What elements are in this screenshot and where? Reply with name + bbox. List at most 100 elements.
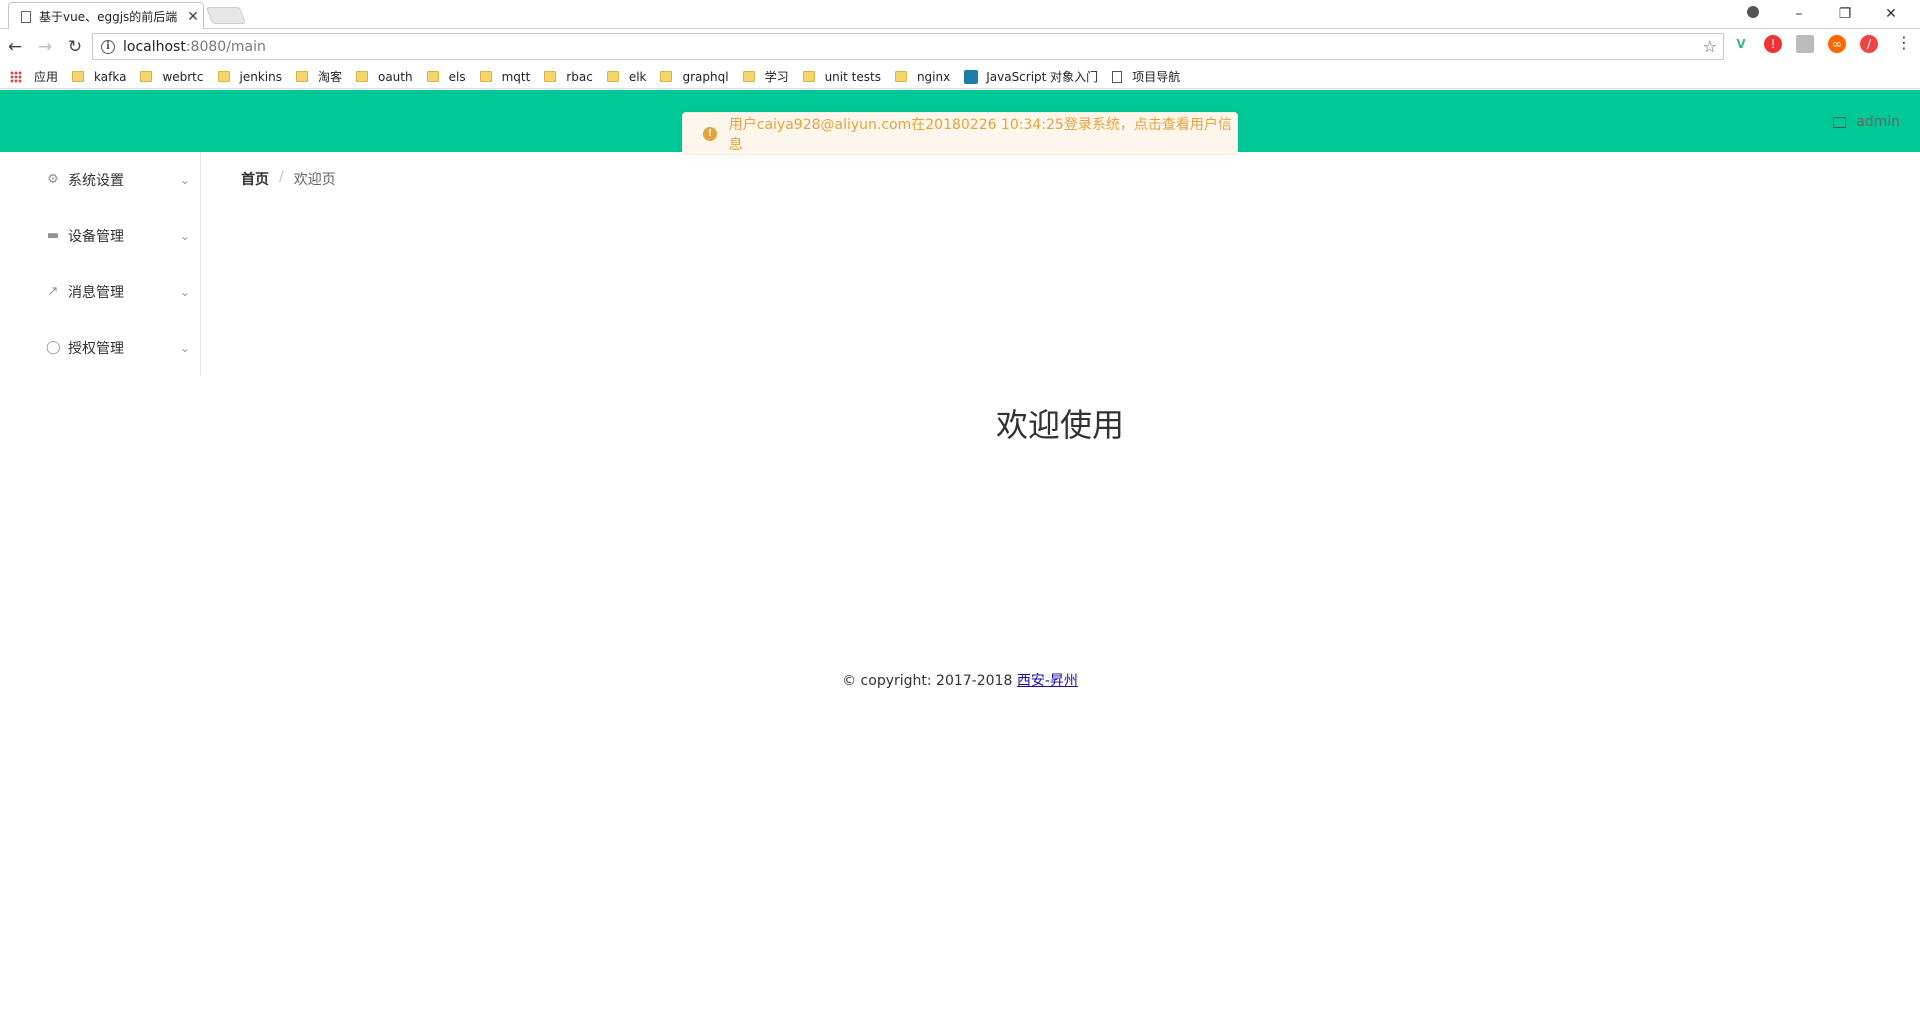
user-menu[interactable]: admin — [1833, 114, 1900, 130]
breadcrumb-current: 欢迎页 — [293, 172, 336, 188]
folder-icon — [355, 71, 368, 82]
bookmark-label: 学习 — [764, 70, 789, 84]
extension-icon[interactable] — [1796, 35, 1814, 53]
vue-devtools-icon[interactable]: V — [1732, 35, 1750, 53]
login-notification[interactable]: ! 用户caiya928@aliyun.com在20180226 10:34:2… — [682, 112, 1238, 155]
minimize-button[interactable]: – — [1776, 6, 1822, 22]
folder-icon — [660, 71, 673, 82]
sidebar-item-message-management[interactable]: ↗ 消息管理 ⌄ — [0, 264, 200, 320]
browser-tab[interactable]: 基于vue、eggjs的前后端 ✕ — [8, 2, 204, 30]
bookmark-item[interactable]: unit tests — [802, 69, 881, 84]
breadcrumb-separator: / — [279, 169, 284, 185]
url-path: :8080/main — [185, 38, 266, 55]
footer-link[interactable]: 西安-昇州 — [1017, 673, 1078, 689]
folder-icon — [894, 71, 907, 82]
bookmark-item[interactable]: jenkins — [217, 69, 282, 84]
folder-icon — [217, 71, 230, 82]
page-icon — [1112, 70, 1123, 83]
bookmark-item[interactable]: 应用 — [10, 68, 58, 85]
bookmark-label: graphql — [682, 69, 729, 84]
back-button[interactable]: ← — [0, 37, 30, 57]
bookmark-star-icon[interactable]: ☆ — [1703, 37, 1717, 56]
bookmark-item[interactable]: oauth — [355, 69, 413, 84]
folder-icon — [140, 71, 153, 82]
tab-close-icon[interactable]: ✕ — [183, 9, 203, 25]
browser-tabstrip: 基于vue、eggjs的前后端 ✕ – ❐ ✕ — [0, 0, 1920, 30]
gear-icon: ⚙ — [47, 172, 59, 187]
warning-icon: ! — [703, 126, 717, 141]
window-controls: – ❐ ✕ — [1730, 0, 1914, 28]
welcome-heading: 欢迎使用 — [995, 406, 1124, 444]
bookmark-label: JavaScript 对象入门 — [986, 70, 1099, 84]
folder-icon — [426, 71, 439, 82]
bookmark-item[interactable]: 学习 — [742, 68, 789, 85]
bookmark-item[interactable]: JavaScript 对象入门 — [964, 68, 1098, 85]
footer: © copyright: 2017-2018 西安-昇州 — [700, 670, 1220, 690]
restore-button[interactable]: ❐ — [1822, 6, 1868, 22]
tab-title: 基于vue、eggjs的前后端 — [39, 10, 178, 24]
bookmark-item[interactable]: mqtt — [479, 70, 530, 84]
profile-button[interactable] — [1730, 6, 1776, 22]
extension-icon[interactable]: / — [1860, 35, 1878, 53]
url-host: localhost — [123, 38, 186, 55]
notification-message: 用户caiya928@aliyun.com在20180226 10:34:25登… — [728, 116, 1232, 153]
bookmark-item[interactable]: els — [426, 69, 466, 84]
bookmark-label: 淘客 — [317, 70, 342, 84]
sidebar-item-system-settings[interactable]: ⚙ 系统设置 ⌄ — [0, 152, 200, 208]
bookmark-label: webrtc — [162, 69, 204, 84]
copyright-text: © copyright: 2017-2018 — [842, 673, 1017, 689]
bookmark-label: nginx — [916, 69, 951, 84]
extension-icon[interactable]: ∞ — [1828, 35, 1846, 53]
profile-icon — [1747, 6, 1759, 18]
bookmark-label: rbac — [566, 69, 593, 84]
breadcrumb: 首页 / 欢迎页 — [241, 169, 336, 189]
reload-button[interactable]: ↻ — [60, 37, 90, 57]
folder-icon — [606, 71, 619, 82]
chevron-down-icon: ⌄ — [179, 173, 191, 187]
folder-icon — [544, 71, 557, 82]
forward-button[interactable]: → — [30, 37, 60, 57]
sidebar: ⚙ 系统设置 ⌄ ▬ 设备管理 ⌄ ↗ 消息管理 ⌄ ◯ 授权管理 ⌄ — [0, 152, 201, 376]
site-icon — [964, 69, 979, 84]
address-bar[interactable]: i localhost:8080/main ☆ — [92, 33, 1724, 60]
bookmark-label: oauth — [377, 69, 413, 84]
sidebar-item-device-management[interactable]: ▬ 设备管理 ⌄ — [0, 208, 200, 264]
breadcrumb-home[interactable]: 首页 — [241, 169, 269, 189]
bookmark-item[interactable]: elk — [606, 69, 647, 84]
bookmark-label: 项目导航 — [1132, 70, 1181, 84]
bookmark-item[interactable]: webrtc — [140, 69, 204, 84]
close-window-button[interactable]: ✕ — [1868, 6, 1914, 22]
folder-icon — [295, 71, 308, 82]
folder-icon — [802, 71, 815, 82]
username: admin — [1856, 114, 1900, 130]
bookmark-item[interactable]: nginx — [894, 69, 951, 84]
bookmark-item[interactable]: graphql — [660, 69, 729, 84]
bookmark-item[interactable]: 淘客 — [295, 68, 342, 85]
chevron-down-icon: ⌄ — [179, 341, 191, 355]
apps-icon — [10, 70, 22, 83]
new-tab-button[interactable] — [205, 7, 247, 24]
bookmark-label: unit tests — [824, 69, 881, 84]
device-icon: ▬ — [46, 228, 60, 243]
user-card-icon — [1833, 116, 1847, 128]
bookmark-label: kafka — [94, 69, 127, 84]
folder-icon — [479, 71, 492, 82]
chevron-down-icon: ⌄ — [179, 285, 191, 299]
bookmark-item[interactable]: kafka — [72, 70, 126, 84]
globe-icon: ◯ — [46, 340, 61, 355]
info-icon[interactable]: i — [101, 39, 115, 54]
sidebar-item-label: 消息管理 — [68, 285, 124, 301]
chevron-down-icon: ⌄ — [179, 229, 191, 243]
bookmark-label: elk — [628, 69, 647, 84]
folder-icon — [742, 71, 755, 82]
sidebar-item-label: 授权管理 — [68, 341, 124, 357]
bookmark-item[interactable]: 项目导航 — [1112, 68, 1180, 85]
bookmark-label: els — [448, 69, 466, 84]
bookmark-label: 应用 — [34, 70, 59, 84]
sidebar-item-auth-management[interactable]: ◯ 授权管理 ⌄ — [0, 320, 200, 376]
extension-icon[interactable]: ! — [1764, 35, 1782, 53]
bookmark-label: jenkins — [239, 69, 282, 84]
bookmark-item[interactable]: rbac — [544, 70, 593, 84]
browser-menu-icon[interactable]: ⋮ — [1896, 33, 1912, 52]
extension-icons: V ! ∞ / — [1732, 35, 1892, 53]
